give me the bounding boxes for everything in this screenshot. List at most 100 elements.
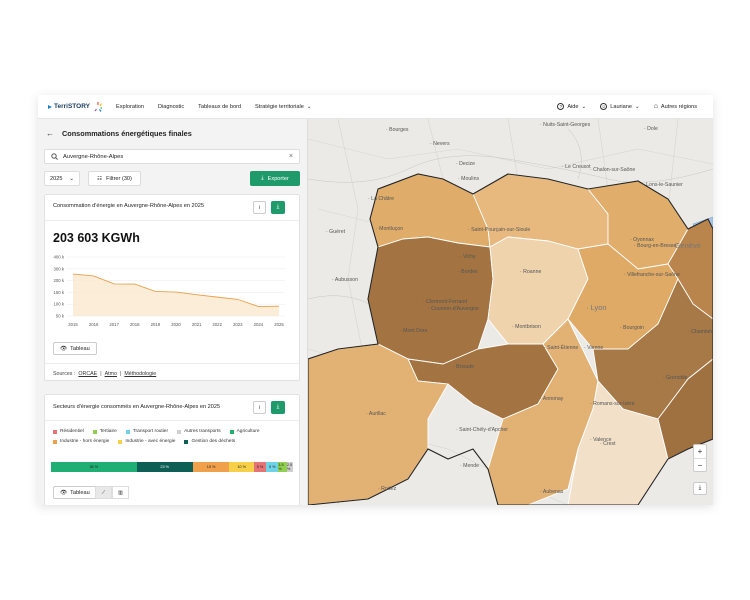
legend-swatch (118, 439, 123, 444)
legend-swatch (92, 429, 97, 434)
nav-tableaux-de-bord[interactable]: Tableaux de bord (198, 104, 241, 110)
panel-header: ← Consommations énergétiques finales (46, 129, 192, 138)
territory-search-input[interactable]: Auvergne-Rhône-Alpes × (44, 149, 300, 164)
nav-right: ? Aide ⌄ ☺ Lauriane ⌄ ⌂ Autres régions (557, 103, 697, 110)
year-value: 2025 (50, 175, 63, 182)
search-value: Auvergne-Rhône-Alpes (63, 153, 124, 160)
x-tick-label: 2019 (151, 322, 161, 327)
stack-segment[interactable]: 3.5 % (278, 462, 287, 472)
map-city-label: · Lons-le-Saunier (643, 182, 683, 188)
tableau-button[interactable]: 👁 Tableau (53, 486, 97, 499)
download-icon[interactable]: ⤓ (271, 401, 285, 414)
zoom-in-button[interactable]: + (694, 445, 706, 458)
nav-diagnostic[interactable]: Diagnostic (158, 104, 184, 110)
map-city-label: · Bordes (458, 269, 478, 275)
map-city-label: · Aurillac (366, 411, 386, 417)
total-consumption-value: 203 603 KGWh (53, 231, 140, 245)
chevron-down-icon: ⌄ (69, 175, 74, 182)
nav-exploration[interactable]: Exploration (116, 104, 144, 110)
filter-button[interactable]: ☷ Filtrer (30) (88, 171, 141, 186)
legend-swatch (125, 429, 130, 434)
legend-swatch (184, 439, 189, 444)
user-menu[interactable]: ☺ Lauriane ⌄ (600, 103, 640, 110)
map-city-label: · Mont Dore (400, 328, 428, 334)
nav-strategie-territoriale[interactable]: Stratégie territoriale ⌄ (255, 104, 312, 110)
stack-segment[interactable]: 23 % (136, 462, 193, 472)
stack-segment[interactable]: 15 % (192, 462, 230, 472)
info-icon[interactable]: i (253, 201, 266, 214)
filter-label: Filtrer (30) (106, 175, 132, 182)
legend-item[interactable]: Résidentiel (53, 429, 84, 434)
tableau-button[interactable]: 👁 Tableau (53, 342, 97, 355)
x-tick-label: 2025 (274, 322, 284, 327)
map-city-label: · Bourges (386, 127, 409, 133)
legend-label: Industrie - avec énergie (125, 439, 176, 444)
y-tick-label: 100 k (53, 302, 64, 307)
legend-item[interactable]: Gestion des déchets (184, 439, 235, 444)
map-city-label: · Aubenas (540, 489, 564, 495)
tableau-label: Tableau (70, 489, 90, 496)
stack-segment[interactable]: 2.5 % (286, 462, 293, 472)
aide-label: Aide (567, 103, 579, 110)
search-icon (51, 153, 58, 160)
legend-item[interactable]: Industrie - avec énergie (118, 439, 175, 444)
other-regions-link[interactable]: ⌂ Autres régions (654, 103, 697, 110)
map-city-label: · Nuits-Saint-Georges (540, 122, 591, 128)
map-city-label: · Aubusson (332, 277, 358, 283)
stack-segment[interactable]: 5 % (253, 462, 267, 472)
map-city-label: · Grenoble (663, 375, 688, 381)
source-link-methodologie[interactable]: Méthodologie (124, 371, 156, 377)
legend-swatch (53, 429, 57, 434)
zoom-out-button[interactable]: − (694, 458, 706, 471)
map-city-label: · Cournon-d'Auvergne (428, 306, 479, 312)
legend-label: Industrie - hors énergie (60, 439, 110, 444)
stack-segment[interactable]: 5 % (266, 462, 279, 472)
x-tick-label: 2016 (89, 322, 99, 327)
nav-links: Exploration Diagnostic Tableaux de bord … (116, 104, 312, 110)
legend-item[interactable]: Tertiaire (92, 429, 117, 434)
legend-item[interactable]: Autres transports (177, 429, 221, 434)
logo[interactable]: TerriSTORY (48, 101, 102, 113)
region-territories[interactable] (308, 173, 713, 505)
legend-item[interactable]: Agriculture (229, 429, 260, 434)
logo-text: TerriSTORY (54, 103, 91, 110)
year-select[interactable]: 2025 ⌄ (44, 171, 80, 186)
export-button[interactable]: ⤓ Exporter (250, 171, 300, 186)
source-link-atmo[interactable]: Atmo (105, 371, 117, 377)
map-city-label: · Chambéry (688, 329, 713, 335)
eye-icon: 👁 (60, 345, 68, 352)
zoom-controls: + − (693, 444, 707, 472)
map-city-label: · Chalon-sur-Saône (590, 167, 636, 173)
bar-chart-icon[interactable]: ▥ (112, 486, 129, 499)
legend-item[interactable]: Transport routier (125, 429, 168, 434)
map-city-label: · Roanne (520, 269, 542, 275)
map-download-button[interactable]: ⤓ (693, 482, 707, 495)
download-icon[interactable]: ⤓ (271, 201, 285, 214)
top-nav: TerriSTORY Exploration Diagnostic Tablea… (38, 95, 713, 119)
stack-segment[interactable]: 35 % (51, 462, 137, 472)
x-tick-label: 2020 (171, 322, 181, 327)
y-tick-label: 150 k (53, 290, 64, 295)
close-icon[interactable]: × (289, 153, 293, 160)
y-tick-label: 300 k (53, 266, 64, 271)
map-city-label: · Guéret (326, 229, 346, 235)
aide-menu[interactable]: ? Aide ⌄ (557, 103, 586, 110)
back-arrow-icon[interactable]: ← (46, 129, 54, 138)
source-link-orcae[interactable]: ORCAE (78, 371, 97, 377)
user-label: Lauriane (610, 103, 632, 110)
map-view[interactable]: · Bourges · Nuits-Saint-Georges · Dole · Ne… (308, 119, 713, 505)
legend-label: Autres transports (184, 429, 221, 434)
map-city-label: · Dole (644, 126, 658, 132)
user-icon: ☺ (600, 103, 608, 110)
stack-segment[interactable]: 10 % (229, 462, 254, 472)
legend-item[interactable]: Industrie - hors énergie (53, 439, 109, 444)
consumption-chart: 400 k 300 k 200 k 150 k 100 k 50 k2015 2016 201… (53, 255, 285, 327)
sector-stacked-bar: 35 % 23 % 15 % 10 % 5 % 5 % 3.5 % 2.5 % (51, 462, 293, 472)
building-icon: ⌂ (653, 103, 658, 110)
source-separator: | (100, 371, 102, 377)
line-chart-icon[interactable]: ⟋ (95, 486, 112, 499)
info-icon[interactable]: i (253, 401, 266, 414)
legend-label: Tertiaire (99, 429, 117, 434)
legend-label: Gestion des déchets (191, 439, 236, 444)
map-city-label: · Genève (670, 241, 701, 250)
